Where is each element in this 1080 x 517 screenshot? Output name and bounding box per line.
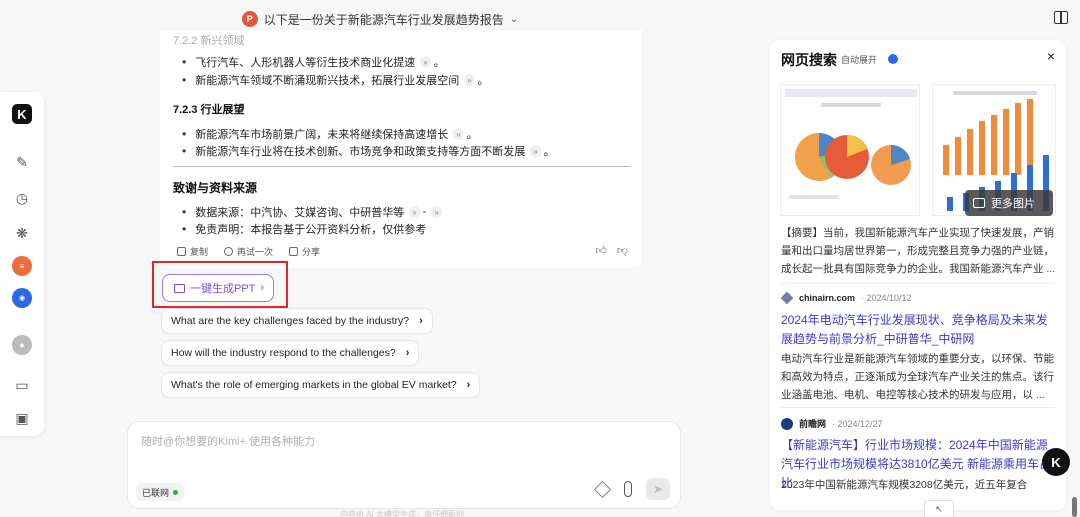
left-sidebar: K ✎ ◷ ❋ ≡ ◉ ● ▭ ▣ (0, 92, 44, 436)
panel-title: 网页搜索 (781, 52, 837, 68)
presentation-icon (174, 283, 185, 293)
divider (173, 166, 631, 167)
section-heading: 7.2.3 行业展望 (173, 104, 245, 116)
divider (781, 407, 1055, 408)
result-snippet: 2023年中国新能源汽车规模3208亿美元，近五年复合 (781, 479, 1028, 491)
feedback-buttons: 👍︎ 👎︎ (595, 244, 628, 257)
kimi-plus-app-icon[interactable]: ≡ (12, 256, 32, 276)
thumbs-down-icon[interactable]: 👎︎ (617, 244, 628, 257)
paper-app-icon[interactable]: ◉ (12, 288, 32, 308)
image-icon (973, 198, 985, 208)
site-favicon-icon (781, 417, 793, 430)
citation-badge[interactable]: » (530, 145, 541, 157)
chevron-right-icon: › (419, 315, 423, 327)
result-snippet: 电动汽车行业是新能源汽车领域的重要分支，以环保、节能和高效为特点，正逐渐成为全球… (781, 353, 1054, 401)
bullet-item: 新能源汽车行业将在技术创新、市场竞争和政策支持等方面不断发展»。 (182, 143, 555, 159)
split-view-icon[interactable] (1054, 11, 1068, 24)
bullet-item: 数据来源：中汽协、艾媒咨询、中研普华等»-» (182, 204, 442, 220)
generate-ppt-button[interactable]: 一键生成PPT › (162, 274, 274, 302)
result-source: chinairn.com · 2024/10/12 (780, 291, 912, 305)
citation-badge[interactable]: » (420, 56, 431, 68)
chat-input-placeholder[interactable]: 随时@你想要的Kimi+ 使用各种能力 (141, 433, 315, 449)
suggested-question[interactable]: What's the role of emerging markets in t… (161, 372, 481, 398)
auto-expand-toggle[interactable] (888, 54, 898, 64)
result-snippet: 【摘要】当前，我国新能源汽车产业实现了快速发展，产销量和出口量均居世界第一，形成… (781, 227, 1056, 275)
bullet-item: 飞行汽车、人形机器人等衍生技术商业化提速»。 (182, 54, 445, 70)
cube-icon[interactable] (594, 480, 611, 498)
result-source: 前瞻网 · 2024/12/27 (781, 417, 883, 430)
citation-badge[interactable]: » (409, 206, 420, 218)
chat-input-box[interactable]: 随时@你想要的Kimi+ 使用各种能力 已联网 ➤ (127, 421, 681, 509)
document-title: 以下是一份关于新能源汽车行业发展趋势报告 (263, 12, 504, 27)
citation-badge[interactable]: » (431, 206, 442, 218)
desktop-app-icon[interactable]: ▣ (12, 408, 32, 428)
site-favicon-icon (780, 291, 794, 305)
explore-icon[interactable]: ❋ (12, 223, 32, 243)
kimi-float-button[interactable]: K (1042, 448, 1070, 476)
copy-icon (177, 247, 186, 256)
bullet-item: 新能源汽车领域不断涌现新兴技术，拓展行业发展空间»。 (182, 72, 489, 88)
section-heading-faded: 7.2.2 新兴领域 (173, 35, 245, 47)
bullet-item: 免责声明：本报告基于公开资料分析，仅供参考 (182, 221, 426, 237)
bullet-item: 新能源汽车市场前景广阔，未来将继续保持高速增长»。 (182, 126, 478, 142)
suggested-question[interactable]: How will the industry respond to the cha… (161, 340, 420, 366)
more-images-button[interactable]: 更多图片 (965, 190, 1053, 216)
new-chat-icon[interactable]: ✎ (12, 152, 32, 172)
cursor-tab[interactable]: ↖ (924, 500, 954, 517)
chevron-right-icon: › (466, 379, 471, 391)
section-heading: 致谢与资料来源 (173, 181, 258, 195)
auto-expand-label: 自动展开 (841, 55, 878, 65)
send-button[interactable]: ➤ (646, 478, 670, 500)
message-actions: 复制 再试一次 分享 (177, 245, 320, 258)
chevron-right-icon: › (405, 347, 410, 359)
attachment-icon[interactable] (624, 481, 632, 497)
citation-badge[interactable]: » (464, 74, 475, 86)
scrollbar[interactable] (1072, 497, 1077, 517)
ppt-file-icon: P (241, 11, 258, 27)
share-button[interactable]: 分享 (289, 245, 320, 258)
ai-disclaimer: 内容由 AI 大模型生成，请仔细甄别 (340, 510, 465, 517)
mobile-app-icon[interactable]: ▭ (12, 375, 32, 395)
retry-button[interactable]: 再试一次 (224, 245, 273, 258)
assistant-message: 7.2.2 新兴领域 飞行汽车、人形机器人等衍生技术商业化提速»。 新能源汽车领… (160, 30, 642, 268)
online-status-badge[interactable]: 已联网 (136, 483, 185, 501)
online-dot-icon (173, 489, 179, 495)
divider (781, 283, 1055, 284)
copy-button[interactable]: 复制 (177, 245, 208, 258)
chevron-down-icon: ⌄ (509, 13, 519, 25)
suggested-question[interactable]: What are the key challenges faced by the… (161, 308, 433, 334)
history-icon[interactable]: ◷ (12, 188, 32, 208)
kimi-logo-icon[interactable]: K (12, 104, 32, 124)
citation-badge[interactable]: » (453, 128, 464, 140)
web-search-panel: 网页搜索 自动展开 × 更多图片 【摘要】当前，我国新能源汽车产业实现了快速发展… (770, 40, 1066, 510)
close-icon[interactable]: × (1047, 48, 1055, 64)
result-link-title[interactable]: 2024年电动汽车行业发展现状、竞争格局及未来发展趋势与前景分析_中研普华_中研… (781, 311, 1059, 349)
share-icon (289, 247, 299, 256)
user-avatar[interactable]: ● (12, 335, 32, 355)
thumbs-up-icon[interactable]: 👍︎ (595, 244, 607, 257)
chevron-right-icon: › (260, 282, 265, 294)
retry-icon (224, 247, 234, 256)
result-image[interactable] (780, 84, 920, 216)
